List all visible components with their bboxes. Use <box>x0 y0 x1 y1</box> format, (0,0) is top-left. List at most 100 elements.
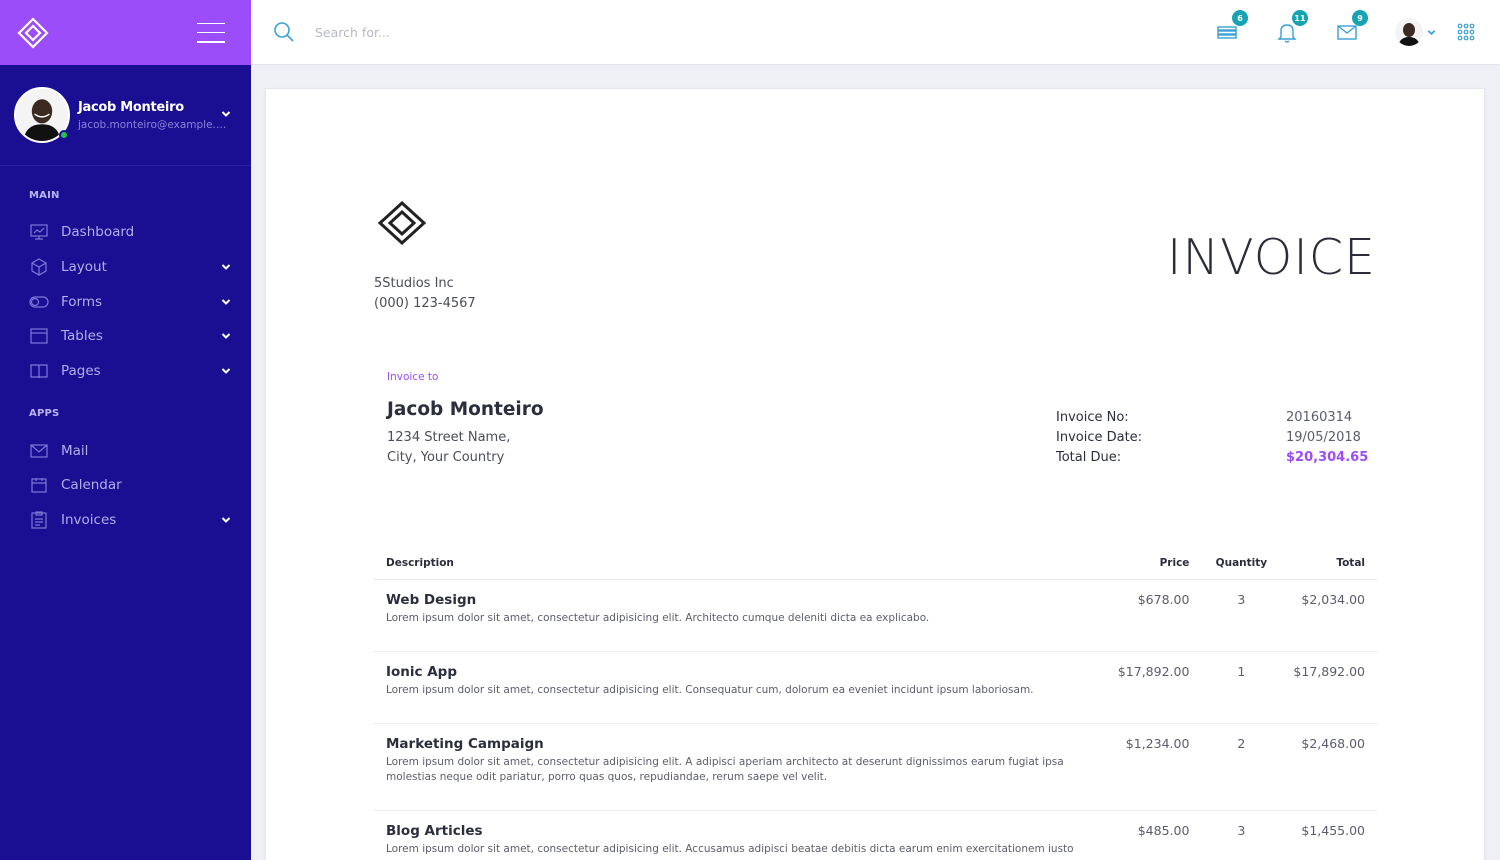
nav-list-apps: Mail Calendar Invoices <box>0 433 251 537</box>
table-row: Web Design Lorem ipsum dolor sit amet, co… <box>374 579 1377 652</box>
sidebar-item-layout[interactable]: Layout <box>0 250 251 285</box>
item-quantity: 3 <box>1237 822 1246 838</box>
page-title: INVOICE <box>1167 229 1376 286</box>
meta-label: Invoice No: <box>1056 410 1129 425</box>
invoice-card: 5Studios Inc (000) 123-4567 INVOICE Invo… <box>265 88 1485 860</box>
table-icon <box>29 327 49 345</box>
sidebar-item-label: Forms <box>61 293 103 310</box>
column-header-quantity: Quantity <box>1201 547 1282 580</box>
apps-grid-icon[interactable] <box>1456 22 1476 42</box>
sidebar-item-label: Dashboard <box>61 224 135 241</box>
brand-bar <box>0 0 251 65</box>
chevron-down-icon <box>221 368 231 375</box>
table-header-row: Description Price Quantity Total <box>374 547 1377 580</box>
calendar-icon <box>29 476 49 494</box>
item-description: Lorem ipsum dolor sit amet, consectetur … <box>386 842 1074 855</box>
table-row: Marketing Campaign Lorem ipsum dolor sit … <box>374 723 1377 811</box>
column-header-price: Price <box>1091 547 1202 580</box>
item-title: Ionic App <box>386 663 458 680</box>
chevron-down-icon <box>221 517 231 524</box>
cube-icon <box>29 258 49 276</box>
item-total: $17,892.00 <box>1281 651 1377 724</box>
invoice-to-label: Invoice to <box>387 371 439 383</box>
toggle-icon <box>29 293 49 311</box>
total-due: $20,304.65 <box>1286 450 1369 465</box>
meta-label: Total Due: <box>1056 450 1122 465</box>
item-price: $678.00 <box>1091 579 1202 652</box>
total-due-row: Total Due: $20,304.65 <box>1056 450 1369 470</box>
dashboard-icon <box>29 223 49 241</box>
sidebar-item-calendar[interactable]: Calendar <box>0 468 251 503</box>
tasks-button[interactable]: 6 <box>1215 10 1248 44</box>
client-address-line2: City, Your Country <box>387 450 505 465</box>
item-description: Lorem ipsum dolor sit amet, consectetur … <box>386 683 1034 696</box>
item-quantity: 2 <box>1201 723 1282 811</box>
item-description: Lorem ipsum dolor sit amet, consectetur … <box>386 755 1064 783</box>
item-total: $1,455.00 <box>1301 822 1365 838</box>
sidebar: Jacob Monteiro jacob.monteiro@example.co… <box>0 0 251 860</box>
invoice-items-table: Description Price Quantity Total Web Des… <box>374 547 1377 860</box>
item-quantity: 1 <box>1201 651 1282 724</box>
sidebar-item-tables[interactable]: Tables <box>0 319 251 354</box>
sidebar-item-pages[interactable]: Pages <box>0 354 251 389</box>
nav-section-main: MAIN <box>29 190 60 201</box>
sidebar-item-label: Calendar <box>61 477 122 494</box>
user-avatar-button[interactable] <box>1395 18 1423 46</box>
mail-icon <box>29 442 49 460</box>
topbar: 6 11 9 <box>251 0 1500 65</box>
sidebar-item-label: Mail <box>61 442 89 459</box>
invoice-date-row: Invoice Date: 19/05/2018 <box>1056 430 1366 450</box>
messages-badge: 9 <box>1352 10 1368 26</box>
messages-button[interactable]: 9 <box>1335 10 1368 44</box>
book-icon <box>29 362 49 380</box>
profile-name: Jacob Monteiro <box>78 99 184 115</box>
chevron-down-icon <box>221 264 231 270</box>
table-row: Blog Articles Lorem ipsum dolor sit amet,… <box>374 810 1377 860</box>
client-name: Jacob Monteiro <box>387 399 544 420</box>
avatar <box>1395 18 1423 46</box>
sidebar-item-dashboard[interactable]: Dashboard <box>0 215 251 250</box>
search-input[interactable] <box>315 24 615 40</box>
client-address-line1: 1234 Street Name, <box>387 430 511 445</box>
notifications-button[interactable]: 11 <box>1275 10 1308 44</box>
online-status-dot <box>59 130 69 140</box>
search-icon[interactable] <box>273 21 295 43</box>
sidebar-item-forms[interactable]: Forms <box>0 284 251 319</box>
item-title: Marketing Campaign <box>386 735 544 752</box>
chevron-down-icon[interactable] <box>1427 28 1436 37</box>
clipboard-icon <box>29 511 49 529</box>
company-phone: (000) 123-4567 <box>374 296 476 311</box>
item-price: $485.00 <box>1137 822 1190 838</box>
nav-section-apps: APPS <box>29 408 60 420</box>
diamond-logo-icon[interactable] <box>16 16 50 50</box>
sidebar-item-invoices[interactable]: Invoices <box>0 503 251 538</box>
sidebar-item-label: Tables <box>61 328 103 345</box>
chevron-down-icon[interactable] <box>221 109 231 119</box>
tasks-badge: 6 <box>1232 10 1248 26</box>
column-header-description: Description <box>374 547 1092 580</box>
chevron-down-icon <box>221 299 231 305</box>
item-price: $1,234.00 <box>1091 723 1202 811</box>
invoice-number-row: Invoice No: 20160314 <box>1056 410 1366 430</box>
sidebar-item-label: Invoices <box>61 512 117 529</box>
profile-email: jacob.monteiro@example.com <box>78 118 228 131</box>
company-name: 5Studios Inc <box>374 276 454 291</box>
item-quantity: 3 <box>1201 579 1282 652</box>
nav-list-main: Dashboard Layout Forms Tables Pages <box>0 215 251 388</box>
sidebar-item-mail[interactable]: Mail <box>0 433 251 468</box>
item-total: $2,468.00 <box>1281 723 1377 811</box>
notifications-badge: 11 <box>1292 10 1308 26</box>
sidebar-profile[interactable]: Jacob Monteiro jacob.monteiro@example.co… <box>0 65 251 166</box>
item-price: $17,892.00 <box>1091 651 1202 724</box>
hamburger-icon[interactable] <box>197 22 225 43</box>
sidebar-item-label: Layout <box>61 259 107 276</box>
diamond-logo-icon <box>377 201 427 245</box>
invoice-number: 20160314 <box>1286 410 1353 425</box>
item-description: Lorem ipsum dolor sit amet, consectetur … <box>386 611 930 624</box>
meta-label: Invoice Date: <box>1056 430 1143 445</box>
column-header-total: Total <box>1281 547 1377 580</box>
item-total: $2,034.00 <box>1281 579 1377 652</box>
topbar-actions: 6 11 9 <box>1179 10 1500 46</box>
sidebar-item-label: Pages <box>61 363 101 380</box>
chevron-down-icon <box>221 333 231 340</box>
